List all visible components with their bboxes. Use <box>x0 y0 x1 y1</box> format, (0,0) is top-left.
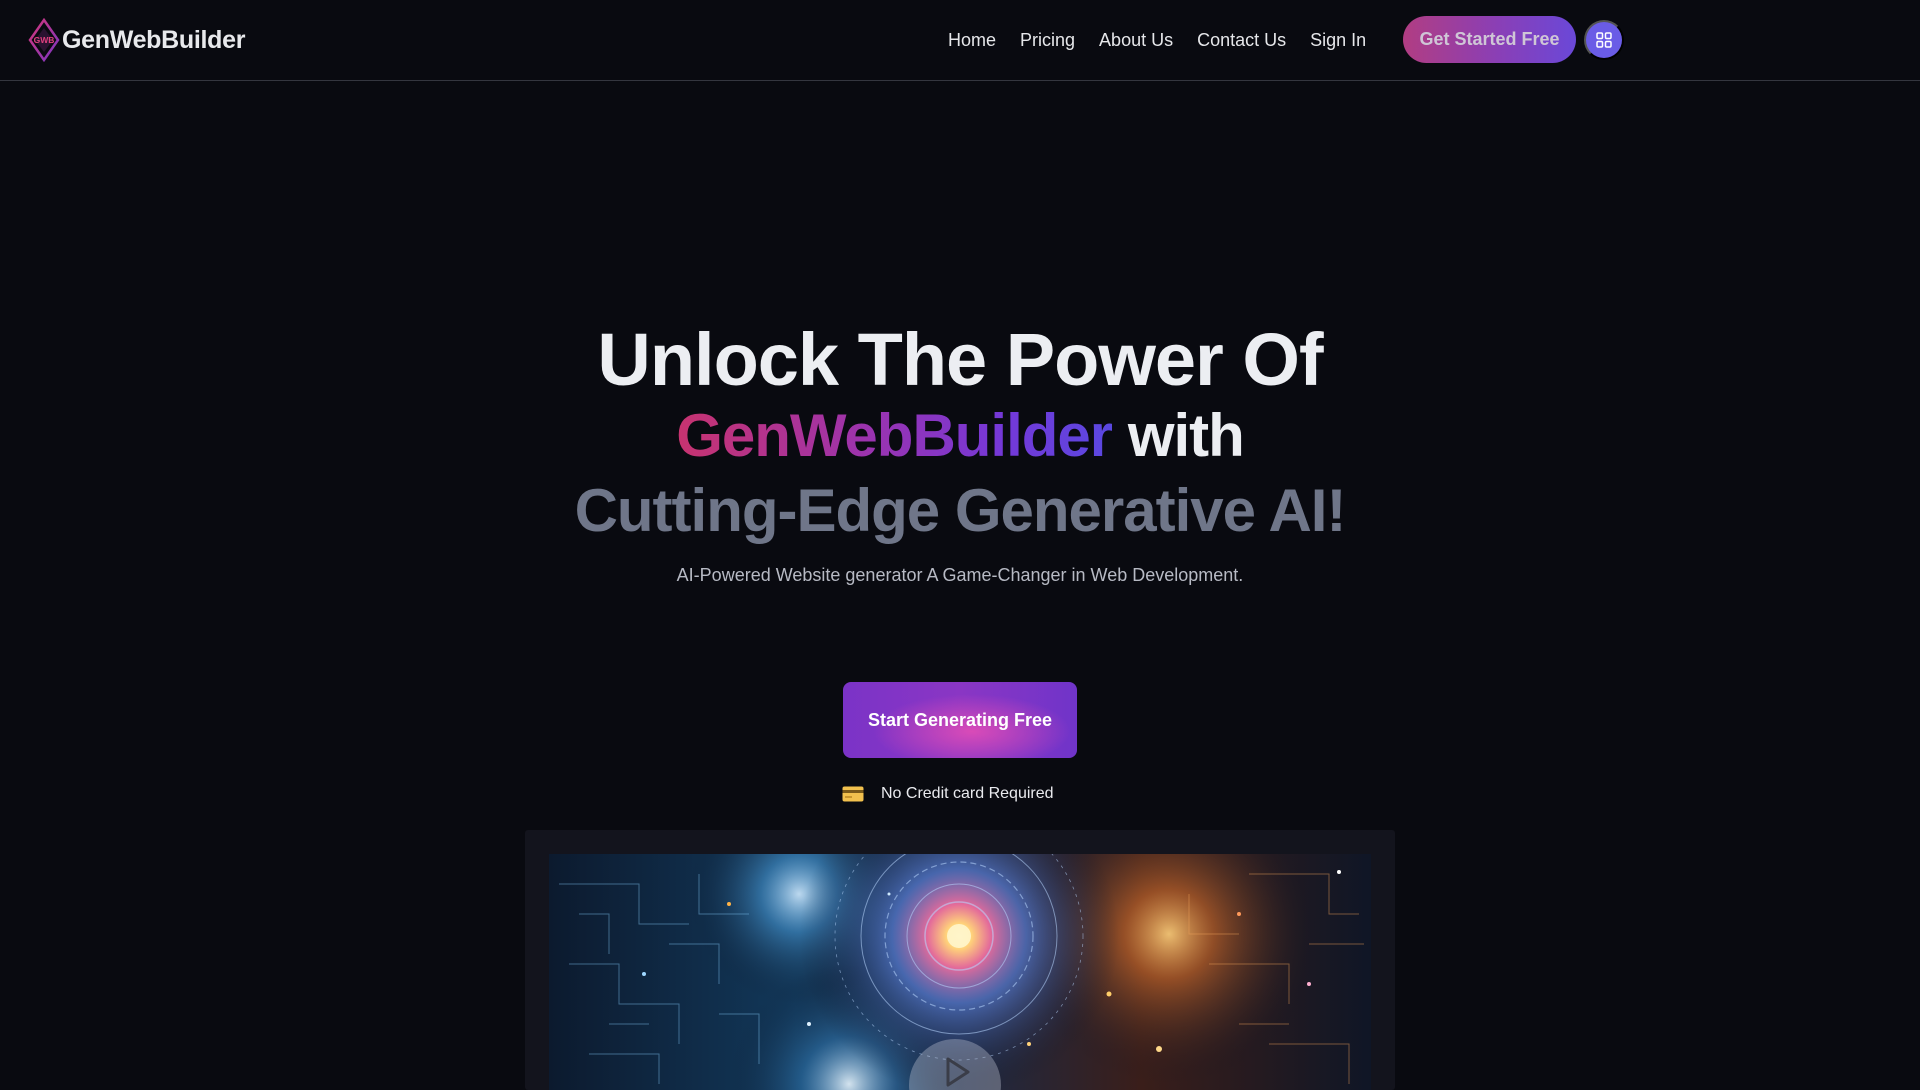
hero-title: Unlock The Power Of GenWebBuilder with C… <box>0 316 1920 548</box>
no-credit-card-text: No Credit card Required <box>881 785 1054 802</box>
get-started-free-button[interactable]: Get Started Free <box>1403 16 1576 63</box>
nav-link-pricing[interactable]: Pricing <box>1020 30 1075 51</box>
nav-link-sign-in[interactable]: Sign In <box>1310 30 1366 51</box>
nav-link-home[interactable]: Home <box>948 30 996 51</box>
no-credit-card-note: No Credit card Required <box>842 782 1054 806</box>
video-preview[interactable] <box>549 854 1371 1090</box>
start-generating-free-button[interactable]: Start Generating Free <box>843 682 1077 758</box>
hero-title-brand: GenWebBuilder <box>676 402 1113 469</box>
hero-title-with: with <box>1127 402 1245 469</box>
apps-menu-button[interactable] <box>1584 20 1624 60</box>
video-preview-frame <box>525 830 1395 1090</box>
navbar: GWB GenWebBuilder Home Pricing About Us … <box>0 0 1920 81</box>
logo-lettering: GWB <box>34 35 55 45</box>
hero-title-line1: Unlock The Power Of <box>597 318 1323 401</box>
brand-name: GenWebBuilder <box>62 25 246 54</box>
brand-link[interactable]: GWB GenWebBuilder <box>28 18 245 62</box>
play-icon <box>946 1057 970 1087</box>
gwb-logo-icon: GWB <box>28 18 60 62</box>
credit-card-icon <box>842 786 864 802</box>
nav-link-about-us[interactable]: About Us <box>1099 30 1173 51</box>
hero-title-line2: GenWebBuilder with <box>0 400 1920 474</box>
hero-title-line3: Cutting-Edge Generative AI! <box>574 477 1347 544</box>
hero-subtitle: AI-Powered Website generator A Game-Chan… <box>676 565 1244 585</box>
grid-icon <box>1596 32 1612 48</box>
nav-link-contact-us[interactable]: Contact Us <box>1197 30 1286 51</box>
nav-links: Home Pricing About Us Contact Us Sign In <box>948 0 1390 80</box>
